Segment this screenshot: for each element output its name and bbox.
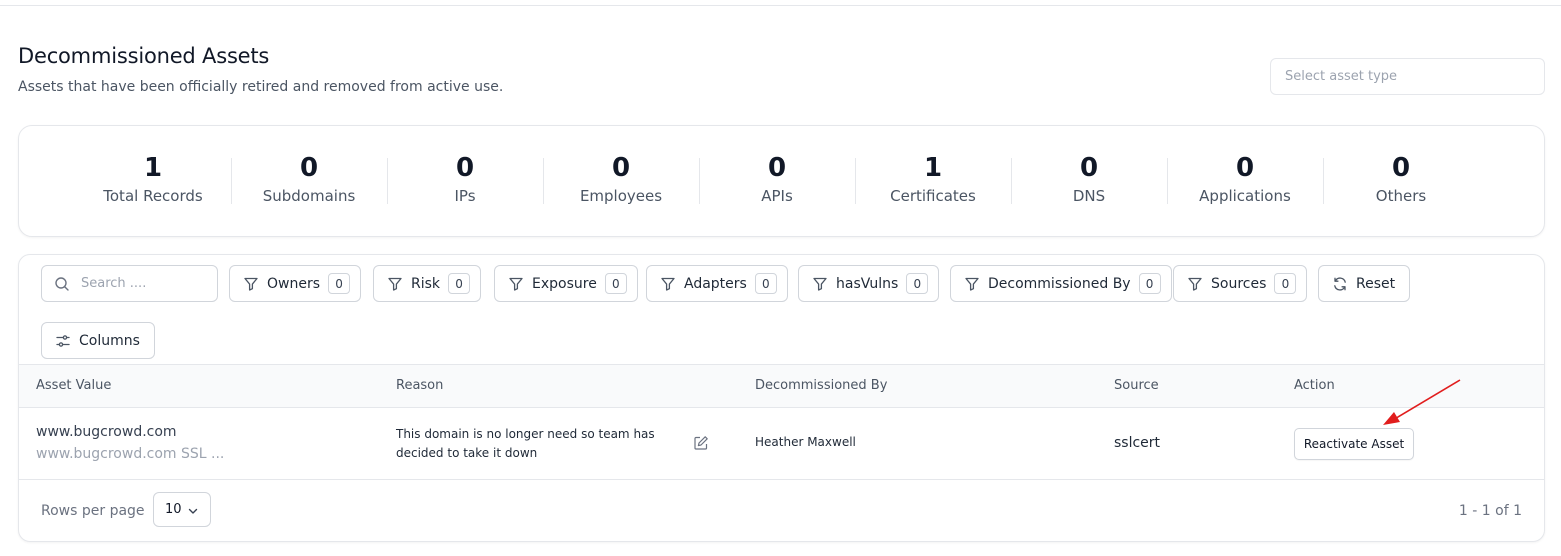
stat-employees: 0 Employees [543, 151, 699, 205]
edit-icon[interactable] [693, 435, 709, 451]
search-icon [55, 277, 69, 291]
filter-count-badge: 0 [906, 273, 929, 294]
filter-label: Decommissioned By [988, 275, 1131, 292]
asset-type-placeholder: Select asset type [1285, 69, 1398, 84]
stat-apis: 0 APIs [699, 151, 855, 205]
filter-hasvulns-button[interactable]: hasVulns 0 [798, 265, 940, 302]
filter-count-badge: 0 [1274, 273, 1297, 294]
stat-label: Employees [579, 187, 663, 205]
asset-subtitle: www.bugcrowd.com SSL ... [36, 446, 225, 462]
rows-per-page-value: 10 [165, 502, 182, 517]
sliders-icon [56, 334, 70, 347]
reset-button[interactable]: Reset [1318, 265, 1411, 302]
asset-type-select[interactable]: Select asset type [1270, 58, 1545, 95]
stat-value: 0 [1235, 153, 1255, 183]
stat-label: Certificates [890, 187, 976, 205]
filter-icon [509, 277, 523, 291]
filter-icon [388, 277, 402, 291]
filter-label: Sources [1211, 275, 1267, 292]
stat-label: DNS [1072, 187, 1106, 205]
stat-others: 0 Others [1323, 151, 1479, 205]
table-header: Asset Value Reason Decommissioned By Sou… [19, 364, 1544, 408]
stat-value: 0 [455, 153, 475, 183]
stat-value: 0 [1391, 153, 1411, 183]
filter-label: Owners [267, 275, 321, 292]
stat-value: 0 [299, 153, 319, 183]
stat-label: IPs [454, 187, 476, 205]
column-header-source: Source [1114, 378, 1159, 393]
page-title: Decommissioned Assets [18, 44, 270, 68]
rows-per-page-label: Rows per page [41, 503, 145, 519]
stat-value: 0 [767, 153, 787, 183]
table-row: www.bugcrowd.com www.bugcrowd.com SSL ..… [19, 408, 1544, 480]
decommissioned-by: Heather Maxwell [755, 435, 856, 449]
filter-count-badge: 0 [604, 273, 627, 294]
columns-button[interactable]: Columns [41, 322, 155, 359]
stat-total-records: 1 Total Records [75, 151, 231, 205]
filter-label: Risk [411, 275, 441, 292]
stat-value: 1 [143, 153, 163, 183]
stat-dns: 0 DNS [1011, 151, 1167, 205]
filter-sources-button[interactable]: Sources 0 [1173, 265, 1308, 302]
columns-label: Columns [79, 332, 140, 349]
filter-owners-button[interactable]: Owners 0 [229, 265, 362, 302]
stat-certificates: 1 Certificates [855, 151, 1011, 205]
chevron-down-icon [188, 508, 198, 514]
filter-label: Exposure [532, 275, 597, 292]
column-header-asset-value: Asset Value [36, 378, 112, 393]
asset-value[interactable]: www.bugcrowd.com [36, 424, 177, 440]
reactivate-asset-button[interactable]: Reactivate Asset [1294, 428, 1414, 460]
stat-label: Subdomains [262, 187, 356, 205]
filter-adapters-button[interactable]: Adapters 0 [646, 265, 788, 302]
column-header-action: Action [1294, 378, 1335, 393]
stat-applications: 0 Applications [1167, 151, 1323, 205]
assets-table-card: Search .... Owners 0 Risk 0 Exposure 0 A… [18, 254, 1545, 542]
rows-per-page-select[interactable]: 10 [153, 492, 211, 527]
column-header-reason: Reason [396, 378, 444, 393]
stats-summary-card: 1 Total Records 0 Subdomains 0 IPs 0 Emp… [18, 125, 1545, 237]
stat-label: Total Records [103, 187, 203, 205]
filter-label: hasVulns [836, 275, 899, 292]
stat-value: 0 [1079, 153, 1099, 183]
filter-icon [813, 277, 827, 291]
stat-label: Applications [1199, 187, 1291, 205]
pagination-info: 1 - 1 of 1 [1458, 503, 1522, 519]
stat-subdomains: 0 Subdomains [231, 151, 387, 205]
filter-icon [1188, 277, 1202, 291]
filter-count-badge: 0 [754, 273, 777, 294]
filter-icon [244, 277, 258, 291]
stat-value: 0 [611, 153, 631, 183]
stat-label: APIs [761, 187, 793, 205]
filter-label: Adapters [684, 275, 747, 292]
stat-value: 1 [923, 153, 943, 183]
source: sslcert [1114, 435, 1161, 451]
stat-label: Others [1375, 187, 1427, 205]
filter-decommissioned-by-button[interactable]: Decommissioned By 0 [950, 265, 1172, 302]
page-subtitle: Assets that have been officially retired… [18, 79, 504, 95]
filter-risk-button[interactable]: Risk 0 [373, 265, 482, 302]
filter-icon [661, 277, 675, 291]
reset-label: Reset [1356, 275, 1396, 292]
stat-ips: 0 IPs [387, 151, 543, 205]
top-divider [0, 5, 1561, 6]
column-header-decommissioned-by: Decommissioned By [755, 378, 888, 393]
filter-count-badge: 0 [328, 273, 351, 294]
search-placeholder: Search .... [81, 276, 147, 291]
reason-text: This domain is no longer need so team ha… [396, 427, 655, 460]
filter-exposure-button[interactable]: Exposure 0 [494, 265, 638, 302]
filter-icon [965, 277, 979, 291]
filter-count-badge: 0 [1138, 273, 1161, 294]
search-input[interactable]: Search .... [41, 265, 218, 302]
refresh-icon [1334, 276, 1346, 291]
filter-count-badge: 0 [448, 273, 471, 294]
